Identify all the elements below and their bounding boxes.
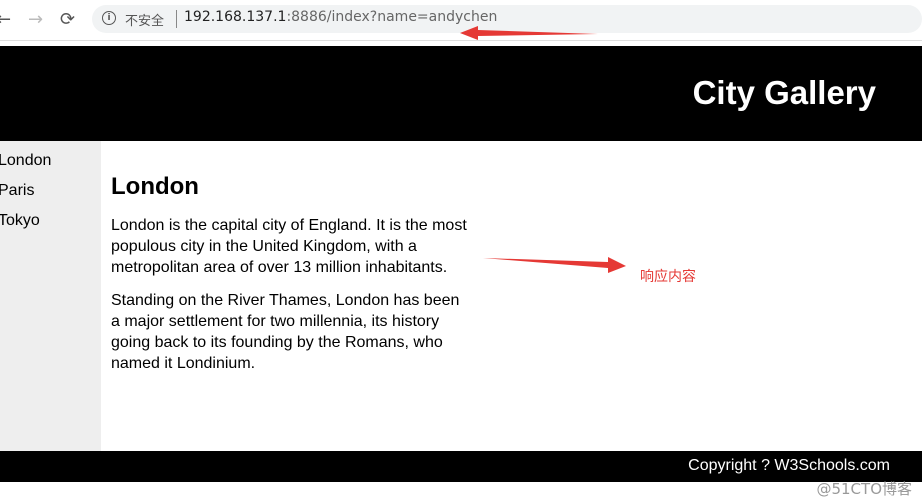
annotation-arrows: [460, 26, 626, 273]
watermark: @51CTO博客: [816, 480, 912, 498]
arrow-to-content: [483, 257, 626, 273]
arrow-to-url: [460, 26, 598, 40]
annotation-label: 响应内容: [640, 269, 696, 285]
